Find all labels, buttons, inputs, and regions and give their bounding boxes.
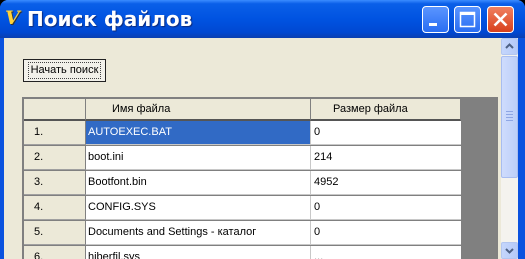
file-size-cell[interactable]: 4952 (311, 171, 461, 195)
start-search-label: Начать поиск (27, 62, 102, 79)
file-name-cell[interactable]: hiberfil.sys (86, 246, 311, 259)
file-name-cell[interactable]: Documents and Settings - каталог (86, 221, 311, 245)
file-name-cell[interactable]: boot.ini (86, 146, 311, 170)
grip-line (506, 111, 513, 112)
row-number: 5. (24, 221, 86, 245)
chevron-up-icon (505, 43, 514, 49)
window-title: Поиск файлов (27, 7, 193, 31)
row-number: 1. (24, 121, 86, 145)
grid-header-filename[interactable]: Имя файла (86, 99, 311, 121)
title-bar[interactable]: V Поиск файлов (0, 0, 525, 38)
app-icon: V (5, 7, 20, 29)
start-search-button[interactable]: Начать поиск (23, 59, 106, 82)
file-name-cell[interactable]: Bootfont.bin (86, 171, 311, 195)
vertical-scrollbar[interactable] (501, 38, 518, 259)
grip-line (506, 114, 513, 115)
table-row[interactable]: 4. CONFIG.SYS 0 (24, 196, 461, 221)
grip-line (506, 120, 513, 121)
maximize-icon (459, 11, 476, 28)
scroll-up-button[interactable] (501, 38, 518, 55)
scroll-down-button[interactable] (501, 242, 518, 259)
scroll-thumb[interactable] (501, 56, 518, 178)
grid-header-number[interactable] (24, 99, 86, 121)
file-size-cell[interactable]: 0 (311, 221, 461, 245)
table-row[interactable]: 3. Bootfont.bin 4952 (24, 171, 461, 196)
row-number: 3. (24, 171, 86, 195)
file-name-cell[interactable]: AUTOEXEC.BAT (86, 121, 311, 145)
row-number: 4. (24, 196, 86, 220)
minimize-icon (429, 23, 437, 26)
table-row[interactable]: 6. hiberfil.sys ... (24, 246, 461, 259)
table-row[interactable]: 5. Documents and Settings - каталог 0 (24, 221, 461, 246)
grip-line (506, 117, 513, 118)
window-right-border (518, 38, 525, 259)
row-number: 6. (24, 246, 86, 259)
chevron-down-icon (505, 248, 514, 254)
row-number: 2. (24, 146, 86, 170)
close-button[interactable] (487, 6, 514, 33)
table-row[interactable]: 1. AUTOEXEC.BAT 0 (24, 121, 461, 146)
file-size-cell[interactable]: 0 (311, 196, 461, 220)
file-size-cell[interactable]: ... (311, 246, 461, 259)
file-size-cell[interactable]: 214 (311, 146, 461, 170)
maximize-button[interactable] (454, 6, 481, 33)
app-window: V Поиск файлов Начать поиск Имя файла Ра… (0, 0, 525, 259)
minimize-button[interactable] (422, 6, 449, 33)
table-row[interactable]: 2. boot.ini 214 (24, 146, 461, 171)
file-size-cell[interactable]: 0 (311, 121, 461, 145)
file-grid: Имя файла Размер файла 1. AUTOEXEC.BAT 0… (22, 97, 498, 259)
grid-header-filesize[interactable]: Размер файла (311, 99, 461, 121)
file-name-cell[interactable]: CONFIG.SYS (86, 196, 311, 220)
client-area: Начать поиск Имя файла Размер файла 1. A… (4, 38, 501, 259)
close-icon (493, 12, 508, 27)
